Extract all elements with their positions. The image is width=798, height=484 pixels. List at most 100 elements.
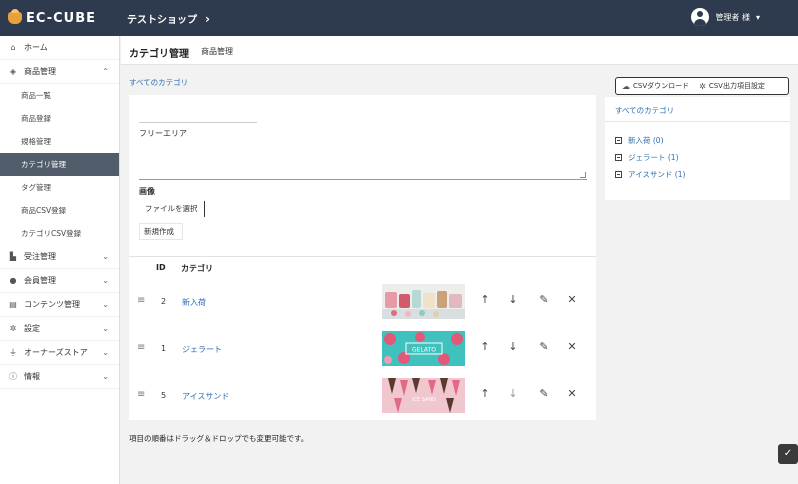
help-icon[interactable]: ✓ [778,444,798,464]
tree-item[interactable]: 新入荷 (0) [605,132,790,149]
category-tree: すべてのカテゴリ 新入荷 (0) ジェラート (1) アイスサンド (1) [605,97,790,200]
breadcrumb[interactable]: すべてのカテゴリ [129,77,188,88]
divider [129,256,596,257]
csv-download-button[interactable]: ☁ CSVダウンロード [616,81,689,91]
users-icon: ● [9,276,17,285]
tree-item-label: アイスサンド (1) [628,170,686,179]
create-button[interactable]: 新規作成 [139,223,183,240]
category-thumbnail: ICE SAND [382,378,465,413]
page-title: カテゴリ管理 [129,49,189,60]
gear-icon: ✲ [699,81,706,91]
home-icon: ⌂ [10,43,16,52]
page-subtitle: 商品管理 [201,47,233,56]
cloud-download-icon: ☁ [622,81,630,91]
sidebar-item-products[interactable]: ◈ 商品管理 ⌃ [0,60,119,84]
tree-root-link[interactable]: すべてのカテゴリ [605,97,790,122]
sidebar-item-store[interactable]: ⏚ オーナーズストア ⌄ [0,341,119,365]
chevron-down-icon: ⌄ [102,252,109,261]
sidebar-item-label: オーナーズストア [24,348,88,357]
collapse-icon[interactable] [615,171,622,178]
sidebar-item-orders[interactable]: ▙ 受注管理 ⌄ [0,245,119,269]
sidebar-subitem-category-csv[interactable]: カテゴリCSV登録 [0,222,119,245]
move-down-icon[interactable]: ↓ [506,293,520,306]
move-up-icon[interactable]: ↑ [478,293,492,306]
svg-text:ICE SAND: ICE SAND [412,397,436,403]
edit-icon[interactable]: ✎ [537,293,551,306]
move-up-icon[interactable]: ↑ [478,387,492,400]
edit-icon[interactable]: ✎ [537,387,551,400]
user-menu[interactable]: 管理者 様 ▾ [691,8,760,26]
tree-item[interactable]: ジェラート (1) [605,149,790,166]
tree-item[interactable]: アイスサンド (1) [605,166,790,183]
table-row[interactable]: ≡ 2 新入荷 ↑ ↓ ✎ ✕ [129,278,596,325]
chevron-up-icon: ⌃ [102,67,109,76]
collapse-icon[interactable] [615,154,622,161]
sidebar-subitem-product-csv[interactable]: 商品CSV登録 [0,199,119,222]
row-id: 5 [161,391,167,400]
delete-icon[interactable]: ✕ [565,340,579,353]
collapse-icon[interactable] [615,137,622,144]
page-header: カテゴリ管理 商品管理 [121,36,798,65]
drag-drop-note: 項目の順番はドラッグ＆ドロップでも変更可能です。 [129,434,309,443]
info-icon: ⓘ [9,372,17,381]
tree-item-label: 新入荷 (0) [628,136,664,145]
category-thumbnail [382,284,465,319]
column-header-id: ID [156,263,166,272]
csv-settings-button[interactable]: ✲ CSV出力項目設定 [689,81,765,91]
sidebar-item-customers[interactable]: ● 会員管理 ⌄ [0,269,119,293]
csv-settings-label: CSV出力項目設定 [708,82,765,90]
image-label: 画像 [139,187,155,196]
table-row[interactable]: ≡ 5 アイスサンド ICE SAND ↑ ↓ ✎ ✕ [129,372,596,419]
free-area-label: フリーエリア [139,129,187,138]
tree-item-label: ジェラート (1) [628,153,679,162]
sidebar: ⌂ ホーム ◈ 商品管理 ⌃ 商品一覧 商品登録 規格管理 カテゴリ管理 タグ管… [0,36,120,484]
row-category-link[interactable]: アイスサンド [182,391,229,402]
row-id: 1 [161,344,167,353]
move-up-icon[interactable]: ↑ [478,340,492,353]
sidebar-subitem-tag[interactable]: タグ管理 [0,176,119,199]
name-input[interactable] [139,122,257,123]
category-card: フリーエリア 画像 ファイルを選択 新規作成 ID カテゴリ ≡ 2 新入荷 ↑… [129,95,596,420]
sidebar-item-settings[interactable]: ✲ 設定 ⌄ [0,317,119,341]
sidebar-item-label: 会員管理 [24,276,56,285]
sidebar-subitem-category[interactable]: カテゴリ管理 [0,153,119,176]
resize-grip-icon[interactable] [580,172,586,178]
csv-button-group: ☁ CSVダウンロード ✲ CSV出力項目設定 [615,77,789,95]
chevron-down-icon: ⌄ [102,300,109,309]
file-select-button[interactable]: ファイルを選択 [139,201,205,217]
chevron-down-icon: ⌄ [102,348,109,357]
chevron-down-icon: ▾ [755,12,760,22]
table-row[interactable]: ≡ 1 ジェラート GELATO ↑ ↓ ✎ ✕ [129,325,596,372]
row-category-link[interactable]: ジェラート [182,344,222,355]
cart-icon: ▙ [9,252,17,261]
delete-icon[interactable]: ✕ [565,387,579,400]
row-category-link[interactable]: 新入荷 [182,297,206,308]
sidebar-item-label: コンテンツ管理 [24,300,80,309]
chevron-right-icon: › [205,11,210,26]
sidebar-item-label: 情報 [24,372,40,381]
edit-icon[interactable]: ✎ [537,340,551,353]
sidebar-item-info[interactable]: ⓘ 情報 ⌄ [0,365,119,389]
move-down-icon[interactable]: ↓ [506,340,520,353]
svg-text:GELATO: GELATO [412,347,436,354]
sidebar-subitem-product-register[interactable]: 商品登録 [0,107,119,130]
sidebar-item-label: 商品管理 [24,67,56,76]
sidebar-item-contents[interactable]: ▤ コンテンツ管理 ⌄ [0,293,119,317]
drag-handle-icon[interactable]: ≡ [137,342,145,353]
logo[interactable]: EC-CUBE [8,9,96,27]
tag-icon: ◈ [9,67,17,76]
sidebar-item-label: 設定 [24,324,40,333]
user-name: 管理者 様 [715,12,750,22]
plug-icon: ⏚ [9,348,17,357]
delete-icon[interactable]: ✕ [565,293,579,306]
sidebar-item-home[interactable]: ⌂ ホーム [0,36,119,60]
drag-handle-icon[interactable]: ≡ [137,295,145,306]
column-header-category: カテゴリ [181,264,213,273]
free-area-textarea[interactable] [139,141,587,180]
sidebar-subitem-class[interactable]: 規格管理 [0,130,119,153]
move-down-icon: ↓ [508,387,518,400]
logo-mark-icon [8,9,22,24]
drag-handle-icon[interactable]: ≡ [137,389,145,400]
shop-link[interactable]: テストショップ › [127,11,210,27]
sidebar-subitem-product-list[interactable]: 商品一覧 [0,84,119,107]
